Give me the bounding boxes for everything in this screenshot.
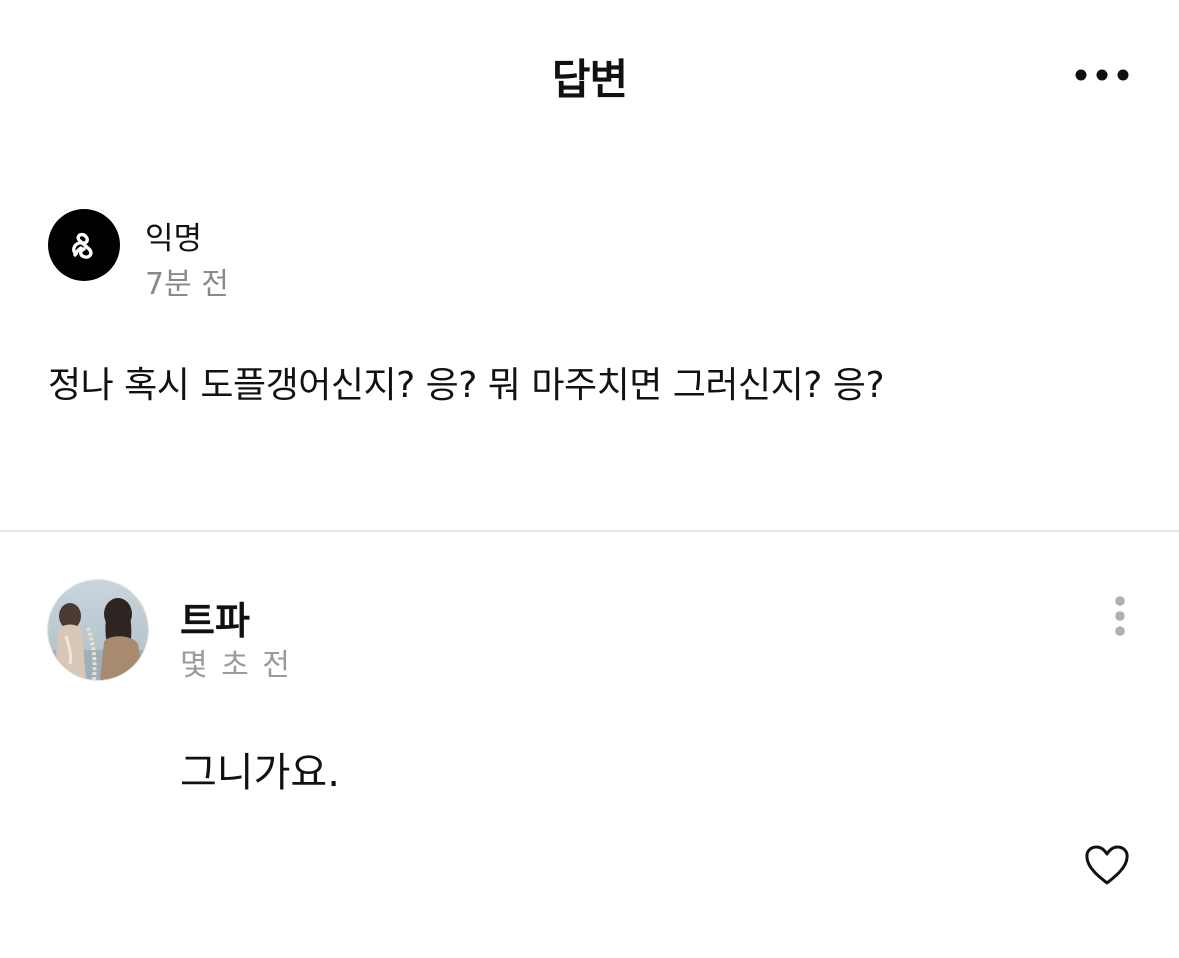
page-title: 답변	[551, 55, 628, 104]
question-timestamp: 7분 전	[145, 267, 229, 302]
question-card: 익명 7분 전 정나 혹시 도플갱어신지? 응? 뭐 마주치면 그러신지? 응?	[0, 180, 1179, 530]
more-options-button[interactable]	[1066, 55, 1138, 95]
answer-author[interactable]: 트파	[180, 590, 250, 645]
avatar-photo	[48, 580, 148, 680]
more-horizontal-icon	[1075, 69, 1129, 81]
heart-icon	[1085, 845, 1129, 885]
anonymous-avatar	[48, 209, 120, 281]
answer-timestamp: 몇 초 전	[180, 648, 292, 683]
answer-text: 그니가요.	[180, 750, 340, 796]
answer-menu-button[interactable]	[1100, 592, 1140, 640]
question-text: 정나 혹시 도플갱어신지? 응? 뭐 마주치면 그러신지? 응?	[48, 365, 885, 406]
question-author: 익명	[145, 221, 203, 257]
anonymous-logo-icon	[72, 232, 93, 259]
top-bar: 답변	[0, 0, 1179, 150]
more-vertical-icon	[1115, 596, 1125, 636]
answer-card: 트파 몇 초 전 그니가요.	[0, 532, 1179, 958]
like-button[interactable]	[1080, 840, 1134, 890]
avatar[interactable]	[48, 580, 148, 680]
